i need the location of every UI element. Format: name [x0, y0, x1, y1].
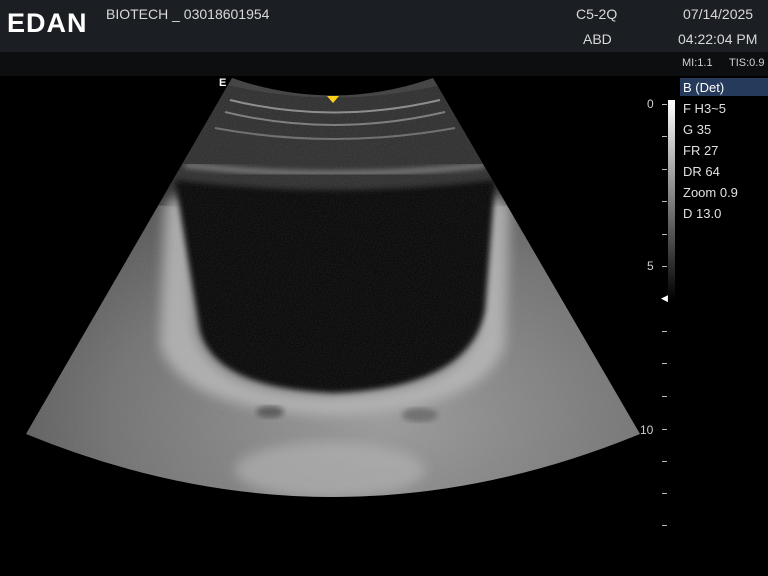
depth-tick — [662, 429, 667, 430]
depth-tick — [662, 136, 667, 137]
param-gain: G 35 — [683, 122, 712, 137]
thermal-index: TIS:0.9 — [729, 57, 765, 69]
probe-name: C5-2Q — [576, 6, 618, 22]
brand-logo: EDAN — [7, 8, 88, 38]
ultrasound-image — [26, 78, 640, 497]
depth-tick — [662, 169, 667, 170]
patient-id: BIOTECH _ 03018601954 — [106, 6, 270, 22]
grayscale-bar — [668, 100, 675, 300]
mechanical-index: MI:1.1 — [682, 57, 713, 69]
probe-center-marker-icon — [327, 96, 339, 103]
depth-tick — [662, 331, 667, 332]
imaging-mode: B (Det) — [683, 80, 725, 95]
depth-label-10: 10 — [640, 423, 654, 437]
depth-tick — [662, 104, 667, 105]
depth-tick — [662, 234, 667, 235]
exam-date: 07/14/2025 — [683, 6, 754, 22]
depth-tick — [662, 396, 667, 397]
indices-bar — [0, 52, 768, 76]
depth-tick — [662, 493, 667, 494]
param-depth: D 13.0 — [683, 206, 722, 221]
depth-tick — [662, 201, 667, 202]
depth-label-0: 0 — [647, 97, 654, 111]
param-frequency: F H3~5 — [683, 101, 726, 116]
param-dynamic-range: DR 64 — [683, 164, 720, 179]
depth-tick — [662, 266, 667, 267]
param-zoom: Zoom 0.9 — [683, 185, 738, 200]
depth-tick — [662, 461, 667, 462]
depth-label-5: 5 — [647, 259, 654, 273]
exam-time: 04:22:04 PM — [678, 31, 758, 47]
param-frame-rate: FR 27 — [683, 143, 719, 158]
exam-preset: ABD — [583, 31, 612, 47]
depth-tick — [662, 525, 667, 526]
depth-tick — [662, 363, 667, 364]
focus-marker-icon: ◀ — [661, 293, 668, 303]
orientation-mark: E — [219, 77, 227, 89]
